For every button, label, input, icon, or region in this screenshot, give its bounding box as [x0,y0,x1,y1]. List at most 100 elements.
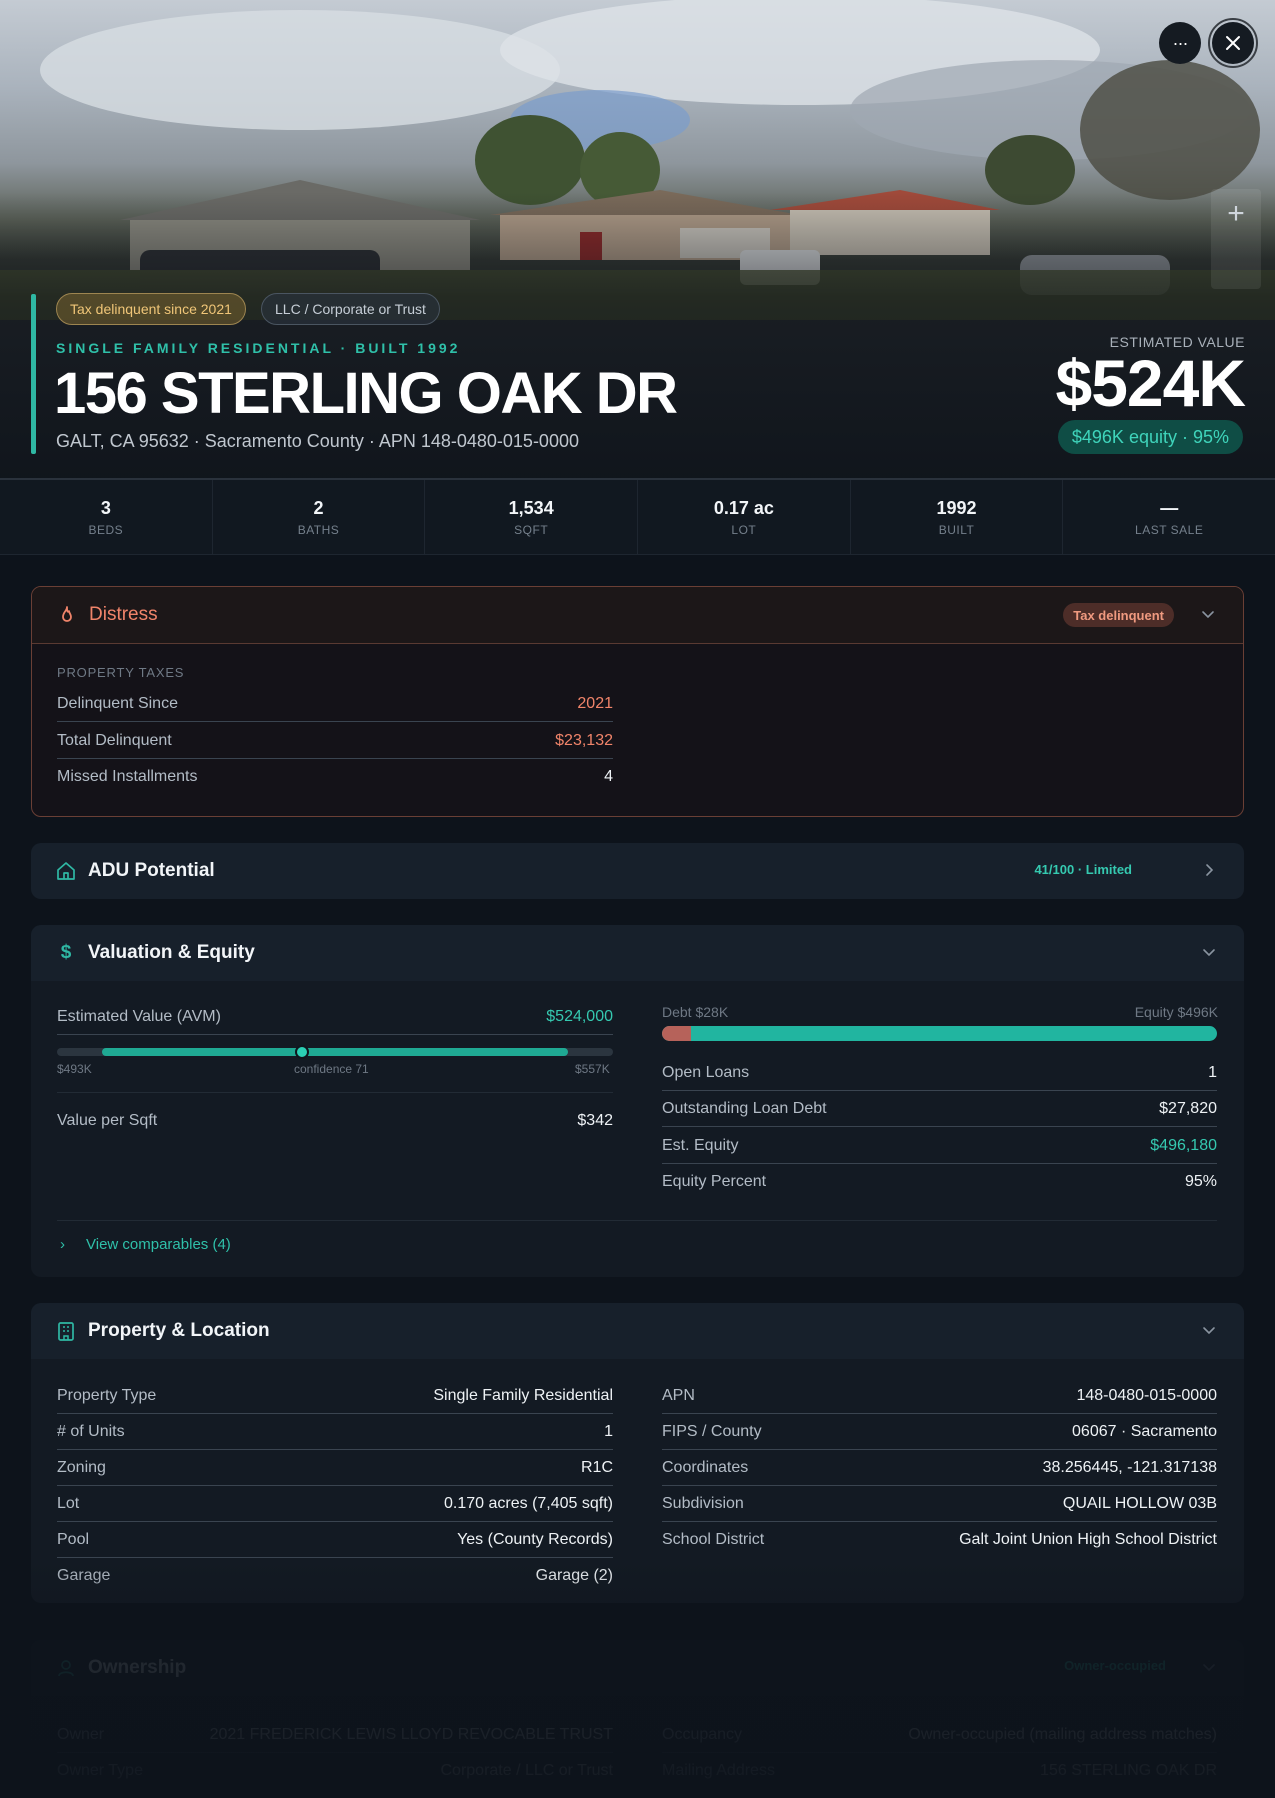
row-value: $342 [577,1112,613,1129]
adu-potential-card[interactable]: ADU Potential 41/100 · Limited [31,843,1244,899]
stat-label: BUILT [938,523,975,537]
chevron-down-icon[interactable] [1200,943,1218,961]
property-row: FIPS / County 06067 · Sacramento [662,1414,1217,1450]
home-icon [57,862,75,880]
row-value: $27,820 [1159,1099,1217,1117]
row-value: $524,000 [546,1007,613,1025]
street-view-zoom-control: + [1211,189,1261,289]
stat-baths: 2 BATHS [213,480,426,554]
row-label: Missed Installments [57,768,198,785]
row-label: Coordinates [662,1458,749,1476]
debt-segment [662,1026,692,1041]
adu-title: ADU Potential [88,860,215,881]
chevron-down-icon[interactable] [1200,1321,1218,1339]
stat-lot: 0.17 ac LOT [638,480,851,554]
distress-title: Distress [89,604,158,625]
row-label: Open Loans [662,1063,750,1081]
stat-built: 1992 BUILT [851,480,1064,554]
property-stats-bar: 3 BEDS 2 BATHS 1,534 SQFT 0.17 ac LOT 19… [0,480,1275,555]
ownership-card-header[interactable]: Ownership Owner-occupied [31,1640,1244,1696]
row-value: Corporate / LLC or Trust [440,1762,613,1779]
distress-status-badge: Tax delinquent [1063,603,1174,627]
stat-value: 2 [313,498,324,518]
chevron-down-icon[interactable] [1200,1658,1218,1676]
row-value: $23,132 [555,731,613,749]
row-value: 4 [604,768,613,785]
stat-value: 1992 [936,498,977,518]
avm-high: $557K [575,1062,610,1076]
debt-equity-bar [662,1026,1217,1041]
row-value: $496,180 [1150,1136,1217,1154]
row-label: Lot [57,1494,80,1512]
ownership-row: Mailing Address 156 STERLING OAK DR [662,1753,1217,1789]
row-value: R1C [580,1458,613,1476]
est-equity-row: Est. Equity $496,180 [662,1128,1217,1164]
chevron-right-icon[interactable] [1200,861,1218,879]
dollar-icon: $ [60,942,72,963]
property-row: Zoning R1C [57,1450,613,1486]
distress-row-missed-installments: Missed Installments 4 [57,759,613,795]
row-label: Owner Type [57,1762,143,1779]
row-label: Zoning [57,1458,106,1476]
row-label: Owner [57,1725,105,1743]
equity-pill: $496K equity · 95% [1057,420,1243,454]
hero-street-view: ··· + Tax delinquent since 2021 LLC / Co… [0,0,1275,480]
row-value: Single Family Residential [433,1386,613,1404]
row-label: Occupancy [662,1725,743,1743]
property-card-header[interactable]: Property & Location [31,1303,1244,1359]
distress-card: Distress Tax delinquent PROPERTY TAXES D… [31,586,1244,817]
equity-percent-row: Equity Percent 95% [662,1164,1217,1200]
row-value: Owner-occupied (mailing address matches) [908,1725,1217,1743]
close-button[interactable] [1208,18,1258,68]
row-value: 148-0480-015-0000 [1076,1386,1217,1404]
divider [57,1220,1217,1221]
view-comparables-link[interactable]: › View comparables (4) [60,1236,231,1253]
row-value: Galt Joint Union High School District [959,1531,1217,1548]
row-value: 06067 · Sacramento [1072,1422,1217,1440]
property-row: School District Galt Joint Union High Sc… [662,1522,1217,1558]
row-label: Delinquent Since [57,694,178,712]
more-options-button[interactable]: ··· [1159,22,1201,64]
ownership-row: Owner Type Corporate / LLC or Trust [57,1753,613,1789]
stat-beds: 3 BEDS [0,480,213,554]
occupancy-badge: Owner-occupied [1064,1658,1166,1673]
row-label: FIPS / County [662,1422,762,1440]
chevron-down-icon[interactable] [1199,605,1217,623]
row-label: Value per Sqft [57,1112,158,1129]
distress-card-header[interactable]: Distress Tax delinquent [32,587,1243,644]
stat-value: 1,534 [508,498,554,518]
view-comparables-label: View comparables (4) [86,1236,231,1253]
estimated-value: $524K [1055,346,1246,420]
stat-value: 0.17 ac [713,498,774,518]
row-label: Property Type [57,1386,157,1404]
stat-value: 3 [100,498,111,518]
stat-label: LAST SALE [1135,523,1204,537]
avm-range-bar [102,1048,568,1056]
ownership-card: Ownership Owner-occupied Owner 2021 FRED… [31,1640,1244,1798]
stat-last-sale: — LAST SALE [1063,480,1275,554]
avm-row: Estimated Value (AVM) $524,000 [57,999,613,1035]
row-value: Garage (2) [535,1567,613,1584]
stat-label: LOT [731,523,757,537]
avm-confidence: confidence 71 [294,1062,369,1076]
user-icon [58,1660,74,1677]
row-value: 1 [1208,1063,1217,1081]
property-taxes-label: PROPERTY TAXES [57,665,185,680]
property-row: Coordinates 38.256445, -121.317138 [662,1450,1217,1486]
row-label: # of Units [57,1422,125,1440]
stat-sqft: 1,534 SQFT [425,480,639,554]
row-label: Pool [57,1530,90,1548]
zoom-out-button[interactable] [1211,239,1261,289]
stat-label: BEDS [88,523,124,537]
row-value: QUAIL HOLLOW 03B [1062,1494,1217,1512]
row-label: Total Delinquent [57,731,172,749]
zoom-in-button[interactable]: + [1211,189,1261,239]
valuation-card-header[interactable]: $ Valuation & Equity [31,925,1244,981]
avm-confidence-track [57,1045,613,1059]
distress-row-delinquent-since: Delinquent Since 2021 [57,686,613,722]
row-label: Equity Percent [662,1173,767,1190]
row-label: Outstanding Loan Debt [662,1099,827,1117]
tax-delinquent-badge: Tax delinquent since 2021 [56,293,246,325]
flame-icon [62,606,72,622]
property-title: Property & Location [88,1320,270,1341]
